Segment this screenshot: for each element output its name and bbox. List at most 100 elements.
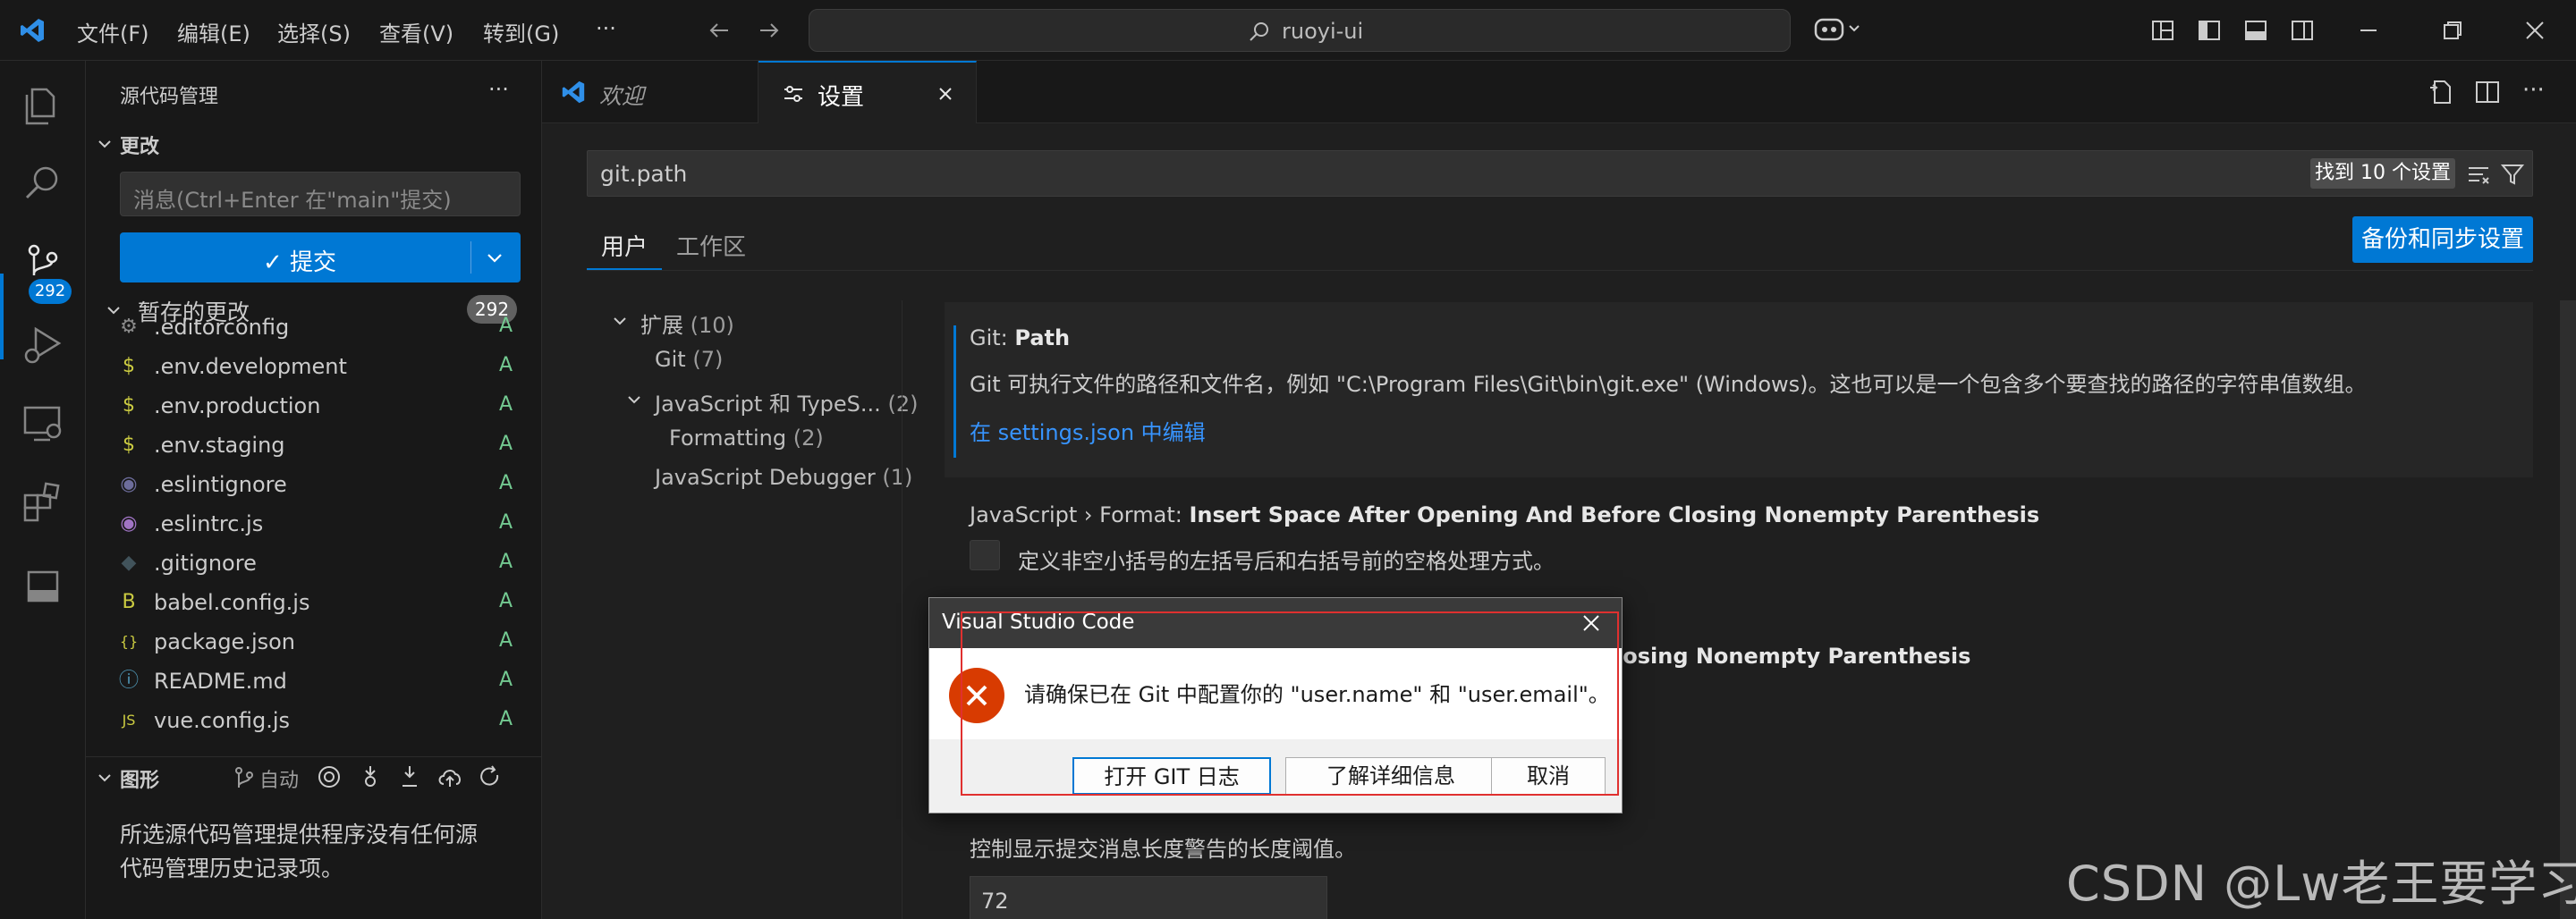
toc-item-js-ts[interactable]: JavaScript 和 TypeS... (2)	[655, 386, 918, 417]
menu-selection[interactable]: 选择(S)	[277, 16, 351, 47]
setting-commit-length-description: 控制显示提交消息长度警告的长度阈值。	[970, 837, 1356, 862]
panel-view-icon[interactable]	[20, 563, 66, 610]
extensions-icon[interactable]	[20, 479, 66, 526]
file-status-badge: A	[499, 669, 513, 691]
js-icon: JS	[122, 712, 136, 729]
staged-file-name: .env.production	[154, 393, 321, 418]
staged-file-row[interactable]: $ .env.development A	[86, 347, 542, 386]
run-debug-icon[interactable]	[20, 322, 66, 368]
graph-section-header: 图形 自动	[86, 756, 542, 796]
copilot-icon[interactable]	[1814, 14, 1864, 45]
explorer-icon[interactable]	[20, 82, 66, 129]
chevron-down-icon[interactable]	[95, 134, 114, 154]
menu-file[interactable]: 文件(F)	[77, 16, 149, 47]
toc-item-extensions[interactable]: 扩展 (10)	[640, 308, 734, 339]
toggle-panel-icon[interactable]	[2243, 18, 2268, 43]
graph-auto-label[interactable]: 自动	[259, 764, 299, 793]
staged-file-row[interactable]: ⓘ README.md A	[86, 662, 542, 701]
toc-item-formatting[interactable]: Formatting (2)	[669, 426, 824, 451]
layout-control-icon[interactable]	[2150, 18, 2175, 43]
staged-file-row[interactable]: JS vue.config.js A	[86, 701, 542, 740]
remote-explorer-icon[interactable]	[20, 400, 66, 447]
pull-icon[interactable]	[397, 764, 422, 789]
backup-sync-button[interactable]: 备份和同步设置	[2352, 216, 2533, 263]
graph-section-title[interactable]: 图形	[120, 764, 159, 793]
scope-tab-workspace[interactable]: 工作区	[676, 229, 746, 262]
staged-file-row[interactable]: ⚙ .editorconfig A	[86, 308, 542, 347]
staged-file-row[interactable]: $ .env.production A	[86, 386, 542, 426]
split-editor-icon[interactable]	[2474, 79, 2501, 105]
toc-item-git[interactable]: Git (7)	[655, 347, 723, 372]
chevron-down-icon[interactable]	[610, 311, 630, 331]
file-status-badge: A	[499, 511, 513, 534]
file-status-badge: A	[499, 590, 513, 612]
settings-search-value: git.path	[600, 161, 688, 187]
edit-in-settings-json-link[interactable]: 在 settings.json 中编辑	[970, 415, 1206, 446]
settings-sliders-icon	[782, 82, 805, 105]
dollar-icon: $	[123, 355, 135, 377]
menu-more[interactable]: ···	[596, 16, 616, 41]
commit-dropdown-chevron-icon[interactable]	[483, 247, 506, 270]
filter-icon[interactable]	[2500, 162, 2525, 187]
back-arrow-icon[interactable]	[707, 18, 732, 43]
refresh-icon[interactable]	[478, 764, 503, 789]
setting-git-path-title: Git: Path	[970, 325, 1071, 350]
minimize-icon[interactable]	[2356, 18, 2381, 43]
staged-file-row[interactable]: {} package.json A	[86, 622, 542, 662]
chevron-down-icon[interactable]	[95, 768, 114, 788]
branch-icon[interactable]	[233, 766, 256, 789]
changes-section-header[interactable]: 更改	[120, 131, 159, 159]
search-icon	[1248, 21, 1271, 44]
clear-filter-icon[interactable]	[2466, 162, 2491, 187]
search-view-icon[interactable]	[20, 161, 66, 207]
commit-button-label: ✓ 提交	[263, 249, 337, 276]
staged-file-name: package.json	[154, 629, 296, 654]
setting-focus-bar	[953, 325, 956, 458]
staged-file-row[interactable]: ◉ .eslintrc.js A	[86, 504, 542, 544]
staged-file-row[interactable]: ◉ .eslintignore A	[86, 465, 542, 504]
toggle-primary-sidebar-icon[interactable]	[2197, 18, 2222, 43]
git-icon: ◆	[121, 552, 137, 574]
graph-empty-message-line2: 代码管理历史记录项。	[120, 856, 344, 881]
tab-close-icon[interactable]	[934, 82, 957, 105]
toc-item-js-debugger[interactable]: JavaScript Debugger (1)	[655, 465, 912, 490]
staged-file-name: .eslintignore	[154, 472, 287, 497]
tab-settings[interactable]: 设置	[758, 61, 977, 123]
source-control-sidebar: 源代码管理 ··· 更改 消息(Ctrl+Enter 在"main"提交) ✓ …	[86, 61, 542, 919]
file-status-badge: A	[499, 629, 513, 652]
scope-tab-user[interactable]: 用户	[601, 229, 648, 262]
toggle-secondary-sidebar-icon[interactable]	[2290, 18, 2315, 43]
forward-arrow-icon[interactable]	[757, 18, 782, 43]
staged-file-row[interactable]: Bbabel.config.js A	[86, 583, 542, 622]
editor-more-actions[interactable]: ···	[2522, 77, 2545, 104]
setting-git-path-description: Git 可执行文件的路径和文件名，例如 "C:\Program Files\Gi…	[970, 372, 2367, 397]
command-center-search[interactable]: ruoyi-ui	[809, 9, 1791, 52]
staged-file-name: .env.staging	[154, 433, 285, 458]
tab-welcome[interactable]: 欢迎	[542, 61, 758, 123]
babel-icon: B	[122, 591, 136, 613]
active-indicator	[0, 274, 4, 359]
sidebar-more-button[interactable]: ···	[488, 77, 509, 102]
settings-search-input[interactable]: git.path 找到 10 个设置	[587, 150, 2533, 197]
setting-commit-length-input[interactable]: 72	[970, 876, 1327, 919]
chevron-down-icon[interactable]	[624, 390, 644, 409]
staged-file-name: .eslintrc.js	[154, 511, 264, 536]
close-window-icon[interactable]	[2522, 18, 2547, 43]
activity-bar: 292	[0, 61, 86, 919]
setting-js-format-checkbox[interactable]	[970, 540, 1000, 570]
restore-icon[interactable]	[2440, 18, 2465, 43]
settings-scrollbar[interactable]	[2560, 300, 2576, 919]
editor-tab-bar: 欢迎 设置 ···	[542, 61, 2576, 123]
menu-view[interactable]: 查看(V)	[379, 16, 453, 47]
open-settings-json-icon[interactable]	[2428, 79, 2454, 105]
fetch-icon[interactable]	[358, 764, 383, 789]
staged-file-row[interactable]: $ .env.staging A	[86, 426, 542, 465]
commit-message-input[interactable]: 消息(Ctrl+Enter 在"main"提交)	[120, 172, 521, 216]
gear-icon: ⚙	[120, 316, 138, 338]
staged-file-row[interactable]: ◆ .gitignore A	[86, 544, 542, 583]
menu-edit[interactable]: 编辑(E)	[177, 16, 250, 47]
menu-go[interactable]: 转到(G)	[483, 16, 559, 47]
target-icon[interactable]	[317, 764, 342, 789]
commit-button[interactable]: ✓ 提交	[120, 232, 521, 282]
push-cloud-icon[interactable]	[436, 764, 463, 789]
